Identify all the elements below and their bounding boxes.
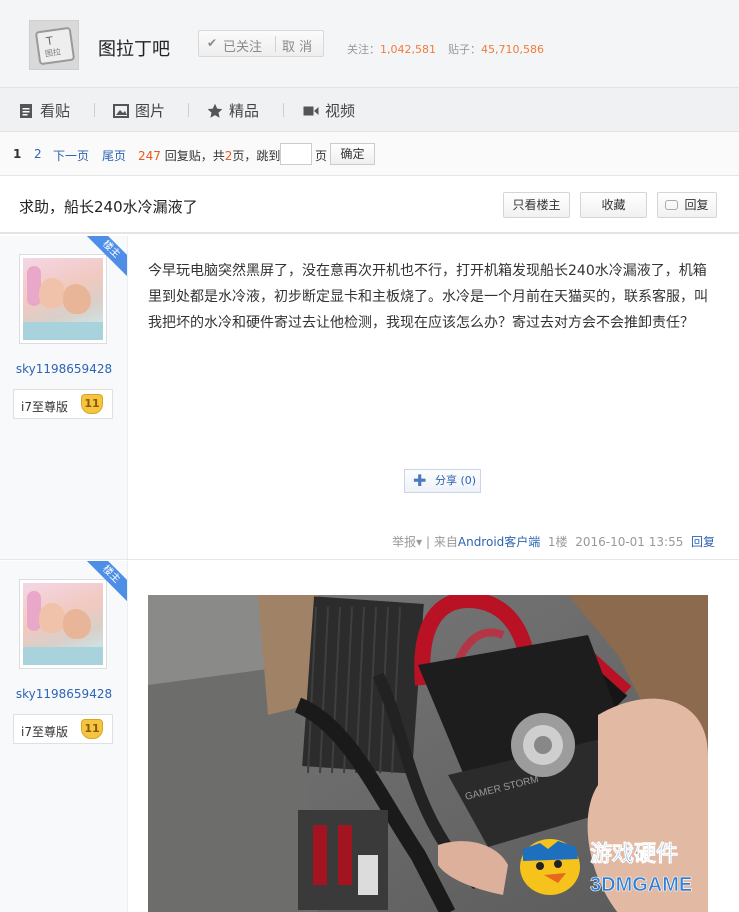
username[interactable]: sky1198659428 — [0, 687, 128, 701]
rank-badge[interactable]: i7至尊版 11 — [13, 389, 113, 419]
tab-videos[interactable]: 视频 — [303, 100, 355, 121]
comment-icon — [665, 200, 679, 210]
watermark-line1: 游戏硬件 — [590, 841, 678, 866]
divider — [188, 103, 189, 117]
page-jump-button[interactable]: 确定 — [330, 143, 375, 165]
tab-videos-label: 视频 — [325, 102, 356, 120]
caret-down-icon: ▾ — [416, 535, 423, 549]
document-icon — [20, 103, 32, 118]
tab-featured[interactable]: 精品 — [207, 100, 259, 121]
page-jump-input[interactable] — [280, 143, 312, 165]
site-watermark: 游戏硬件 3DMGAME — [518, 831, 728, 901]
follow-label[interactable]: 已关注 — [223, 36, 262, 55]
page-link[interactable]: 2 — [34, 147, 42, 161]
reply-suffix: 回复贴，共 — [164, 149, 225, 163]
divider — [275, 36, 276, 52]
favorite-button[interactable]: 收藏 — [580, 192, 647, 218]
source-prefix: | 来自 — [426, 535, 458, 549]
forum-stats: 关注：1,042,581 贴子：45,710,586 — [347, 41, 544, 57]
page-suffix: 页，跳到 — [232, 149, 281, 163]
share-count: (0) — [460, 474, 477, 487]
divider — [283, 103, 284, 117]
reply-summary: 247 回复贴，共2页，跳到 — [138, 147, 280, 164]
author-panel: sky1198659428 i7至尊版 11 楼主 — [0, 236, 128, 559]
op-badge-label: 楼主 — [87, 561, 127, 601]
rank-badge[interactable]: i7至尊版 11 — [13, 714, 113, 744]
forum-avatar-letter: T — [45, 34, 54, 49]
tab-images-label: 图片 — [135, 102, 166, 120]
floor-number: 1楼 — [547, 535, 568, 549]
page-unit-label: 页 — [315, 149, 328, 163]
level-badge: 11 — [81, 719, 103, 739]
thread-title-bar: 求助，船长240水冷漏液了 只看楼主 收藏 回复 — [0, 176, 739, 234]
image-icon — [113, 103, 129, 118]
post-meta: 举报▾ | 来自Android客户端 1楼 2016-10-01 13:55 回… — [392, 533, 715, 550]
tab-posts[interactable]: 看贴 — [18, 100, 70, 121]
post-time: 2016-10-01 13:55 — [575, 535, 684, 549]
reply-button-label: 回复 — [684, 198, 709, 212]
forum-avatar-text: 图拉 — [44, 47, 62, 59]
watermark-line2: 3DMGAME — [590, 874, 692, 896]
star-icon — [207, 103, 223, 118]
follow-button[interactable]: ✔ 已关注 取 消 — [198, 30, 324, 57]
post-floor-1: sky1198659428 i7至尊版 11 楼主 今早玩电脑突然黑屏了，没在意… — [0, 236, 739, 560]
reply-count: 247 — [138, 149, 161, 163]
members-count: 1,042,581 — [380, 43, 436, 56]
last-page-link[interactable]: 尾页 — [102, 147, 126, 164]
share-button[interactable]: ✚ 分享 (0) — [404, 469, 481, 493]
reply-link[interactable]: 回复 — [691, 535, 715, 549]
report-link[interactable]: 举报 — [392, 535, 416, 549]
op-badge-label: 楼主 — [87, 236, 127, 276]
op-badge: 楼主 — [87, 561, 127, 601]
unfollow-button[interactable]: 取 消 — [282, 36, 312, 55]
only-op-button[interactable]: 只看楼主 — [503, 192, 570, 218]
share-label: 分享 — [435, 474, 457, 487]
op-badge: 楼主 — [87, 236, 127, 276]
author-panel: sky1198659428 i7至尊版 11 楼主 — [0, 561, 128, 912]
forum-nav: 看贴 图片 精品 视频 — [0, 88, 739, 132]
members-label: 关注： — [347, 43, 380, 56]
thread-title: 求助，船长240水冷漏液了 — [19, 198, 198, 216]
posts-count: 45,710,586 — [480, 43, 544, 56]
tab-featured-label: 精品 — [229, 102, 260, 120]
rank-title: i7至尊版 — [21, 725, 68, 739]
next-page-link[interactable]: 下一页 — [53, 147, 89, 164]
rank-title: i7至尊版 — [21, 400, 68, 414]
post-body: 今早玩电脑突然黑屏了，没在意再次开机也不行，打开机箱发现船长240水冷漏液了，机… — [148, 263, 708, 331]
forum-header: T 图拉 图拉丁吧 ✔ 已关注 取 消 关注：1,042,581 贴子：45,71… — [0, 0, 739, 88]
divider — [94, 103, 95, 117]
source-link[interactable]: Android客户端 — [458, 535, 540, 549]
duck-mascot-icon: 游戏硬件 3DMGAME — [520, 839, 693, 896]
page-current: 1 — [13, 147, 22, 161]
level-badge: 11 — [81, 394, 103, 414]
reply-button[interactable]: 回复 — [657, 192, 717, 218]
tab-posts-label: 看贴 — [40, 102, 71, 120]
posts-label: 贴子： — [447, 43, 481, 56]
forum-avatar[interactable]: T 图拉 — [29, 20, 79, 70]
share-icon: ✚ — [413, 471, 427, 490]
username[interactable]: sky1198659428 — [0, 362, 128, 376]
checkmark-icon: ✔ — [207, 36, 218, 50]
forum-name[interactable]: 图拉丁吧 — [98, 35, 170, 61]
tab-images[interactable]: 图片 — [113, 100, 165, 121]
video-icon — [303, 106, 319, 115]
